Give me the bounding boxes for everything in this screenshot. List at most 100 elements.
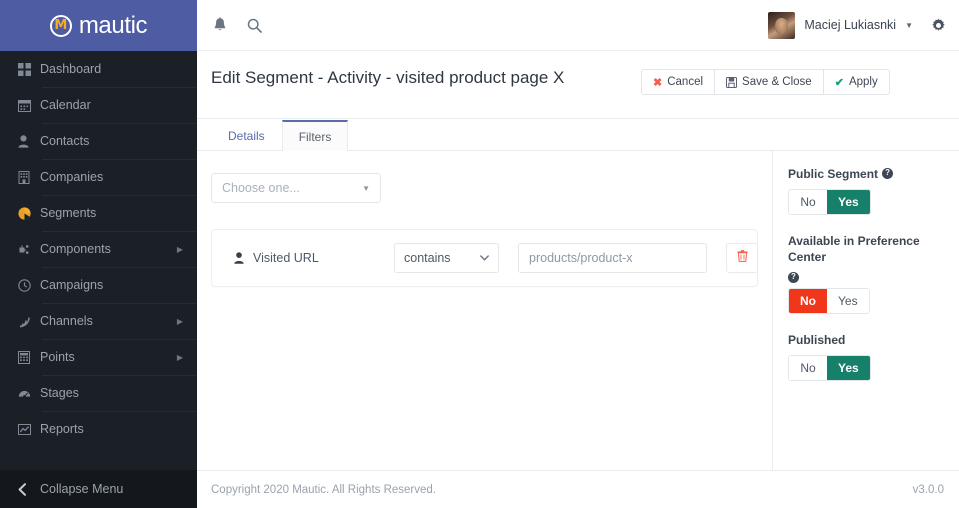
published-toggle[interactable]: No Yes (788, 354, 871, 381)
calculator-icon (18, 350, 40, 364)
tab-details-label: Details (228, 129, 265, 143)
mautic-logo-letter: M (54, 18, 68, 33)
sidebar-item-points[interactable]: Points ▶ (0, 339, 197, 375)
published-no-option[interactable]: No (789, 355, 827, 380)
sidebar-item-reports[interactable]: Reports (0, 411, 197, 447)
collapse-menu-button[interactable]: Collapse Menu (0, 470, 197, 508)
person-icon (18, 134, 40, 148)
filter-row: Visited URL contains products/product-x (211, 229, 758, 287)
sidebar-item-channels[interactable]: Channels ▶ (0, 303, 197, 339)
filter-field-name: Visited URL (253, 251, 319, 265)
person-icon (234, 252, 244, 264)
check-icon: ✔ (834, 76, 844, 89)
help-icon[interactable]: ? (882, 168, 894, 179)
cancel-button[interactable]: ✖ Cancel (641, 69, 716, 95)
save-and-close-button-label: Save & Close (742, 76, 812, 88)
filter-chooser-placeholder: Choose one... (222, 181, 300, 195)
pie-chart-icon (18, 206, 40, 220)
building-icon (18, 170, 40, 184)
page-action-buttons: ✖ Cancel Save & Close ✔ Apply (641, 69, 890, 95)
sidebar-item-label: Points (40, 350, 75, 364)
preference-center-label-text: Available in Preference Center (788, 234, 920, 265)
collapse-menu-label: Collapse Menu (40, 482, 124, 496)
sidebar-item-companies[interactable]: Companies (0, 159, 197, 195)
public-segment-label-text: Public Segment (788, 167, 879, 181)
trash-icon (736, 249, 748, 267)
preference-center-no-option[interactable]: No (789, 288, 827, 313)
sidebar-item-calendar[interactable]: Calendar (0, 87, 197, 123)
gear-icon[interactable] (931, 18, 946, 33)
body-split: Choose one... ▼ Visited URL contains pro… (197, 151, 959, 470)
preference-center-label: Available in Preference Center ? (788, 233, 945, 283)
x-icon: ✖ (653, 76, 663, 89)
sidebar-item-label: Calendar (40, 98, 91, 112)
sidebar-item-dashboard[interactable]: Dashboard (0, 51, 197, 87)
chevron-right-icon: ▶ (176, 352, 183, 362)
main-stage: Maciej Lukiasnki ▼ Edit Segment - Activi… (197, 0, 959, 508)
rss-icon (18, 315, 40, 328)
cancel-button-label: Cancel (667, 76, 704, 88)
save-icon (726, 76, 738, 88)
chevron-right-icon: ▶ (176, 316, 183, 326)
sidebar-nav: Dashboard Calendar Contacts Companies Se… (0, 51, 197, 470)
footer: Copyright 2020 Mautic. All Rights Reserv… (197, 470, 959, 508)
sidebar: M mautic Dashboard Calendar Contacts Com… (0, 0, 197, 508)
chevron-down-icon (480, 253, 489, 263)
public-segment-yes-option[interactable]: Yes (827, 190, 870, 215)
tab-bar: Details Filters (197, 119, 959, 151)
footer-copyright: Copyright 2020 Mautic. All Rights Reserv… (211, 483, 436, 496)
sidebar-item-label: Components (40, 242, 111, 256)
sidebar-item-components[interactable]: Components ▶ (0, 231, 197, 267)
calendar-icon (18, 99, 40, 112)
sidebar-item-label: Segments (40, 206, 97, 220)
sidebar-item-campaigns[interactable]: Campaigns (0, 267, 197, 303)
delete-filter-button[interactable] (726, 243, 758, 273)
filter-value-text: products/product-x (529, 251, 633, 265)
public-segment-toggle[interactable]: No Yes (788, 189, 871, 216)
preference-center-yes-option[interactable]: Yes (827, 288, 869, 313)
help-icon[interactable]: ? (788, 271, 799, 283)
chevron-left-icon (18, 482, 40, 496)
bell-icon[interactable] (213, 17, 227, 33)
tab-details[interactable]: Details (211, 120, 282, 151)
chevron-down-icon: ▼ (362, 183, 370, 193)
published-label-text: Published (788, 332, 846, 347)
search-icon[interactable] (247, 18, 262, 33)
chart-line-icon (18, 423, 40, 436)
brand-wordmark: mautic (78, 11, 148, 39)
public-segment-label: Public Segment ? (788, 166, 945, 182)
user-menu[interactable]: Maciej Lukiasnki ▼ (768, 11, 913, 39)
sidebar-item-label: Companies (40, 170, 104, 184)
topbar-icon-group (213, 17, 262, 33)
topbar: Maciej Lukiasnki ▼ (197, 0, 959, 51)
filter-operator-value: contains (404, 251, 451, 265)
public-segment-no-option[interactable]: No (789, 190, 827, 215)
mautic-app: M mautic Dashboard Calendar Contacts Com… (0, 0, 959, 508)
apply-button-label: Apply (848, 76, 878, 88)
page-title: Edit Segment - Activity - visited produc… (211, 68, 565, 87)
brand-logo[interactable]: M mautic (0, 0, 197, 51)
footer-version: v3.0.0 (912, 483, 944, 496)
avatar (768, 11, 796, 39)
chevron-right-icon: ▶ (176, 244, 183, 254)
sidebar-item-contacts[interactable]: Contacts (0, 123, 197, 159)
filter-value-input[interactable]: products/product-x (518, 243, 707, 273)
apply-button[interactable]: ✔ Apply (822, 69, 890, 95)
sidebar-item-label: Contacts (40, 134, 90, 148)
filter-operator-select[interactable]: contains (394, 243, 499, 273)
sidebar-item-stages[interactable]: Stages (0, 375, 197, 411)
sidebar-item-label: Stages (40, 386, 79, 400)
filters-panel: Choose one... ▼ Visited URL contains pro… (197, 151, 773, 470)
published-label: Published (788, 332, 945, 348)
tab-filters-label: Filters (298, 129, 332, 144)
sidebar-item-label: Dashboard (40, 62, 102, 76)
filter-chooser-select[interactable]: Choose one... ▼ (211, 173, 381, 203)
clock-icon (18, 278, 40, 292)
sidebar-item-segments[interactable]: Segments (0, 195, 197, 231)
chevron-down-icon: ▼ (905, 20, 913, 30)
tab-filters[interactable]: Filters (281, 120, 349, 151)
preference-center-toggle[interactable]: No Yes (788, 287, 870, 314)
save-and-close-button[interactable]: Save & Close (714, 69, 824, 95)
published-yes-option[interactable]: Yes (827, 355, 870, 380)
sidebar-item-label: Reports (40, 422, 84, 436)
